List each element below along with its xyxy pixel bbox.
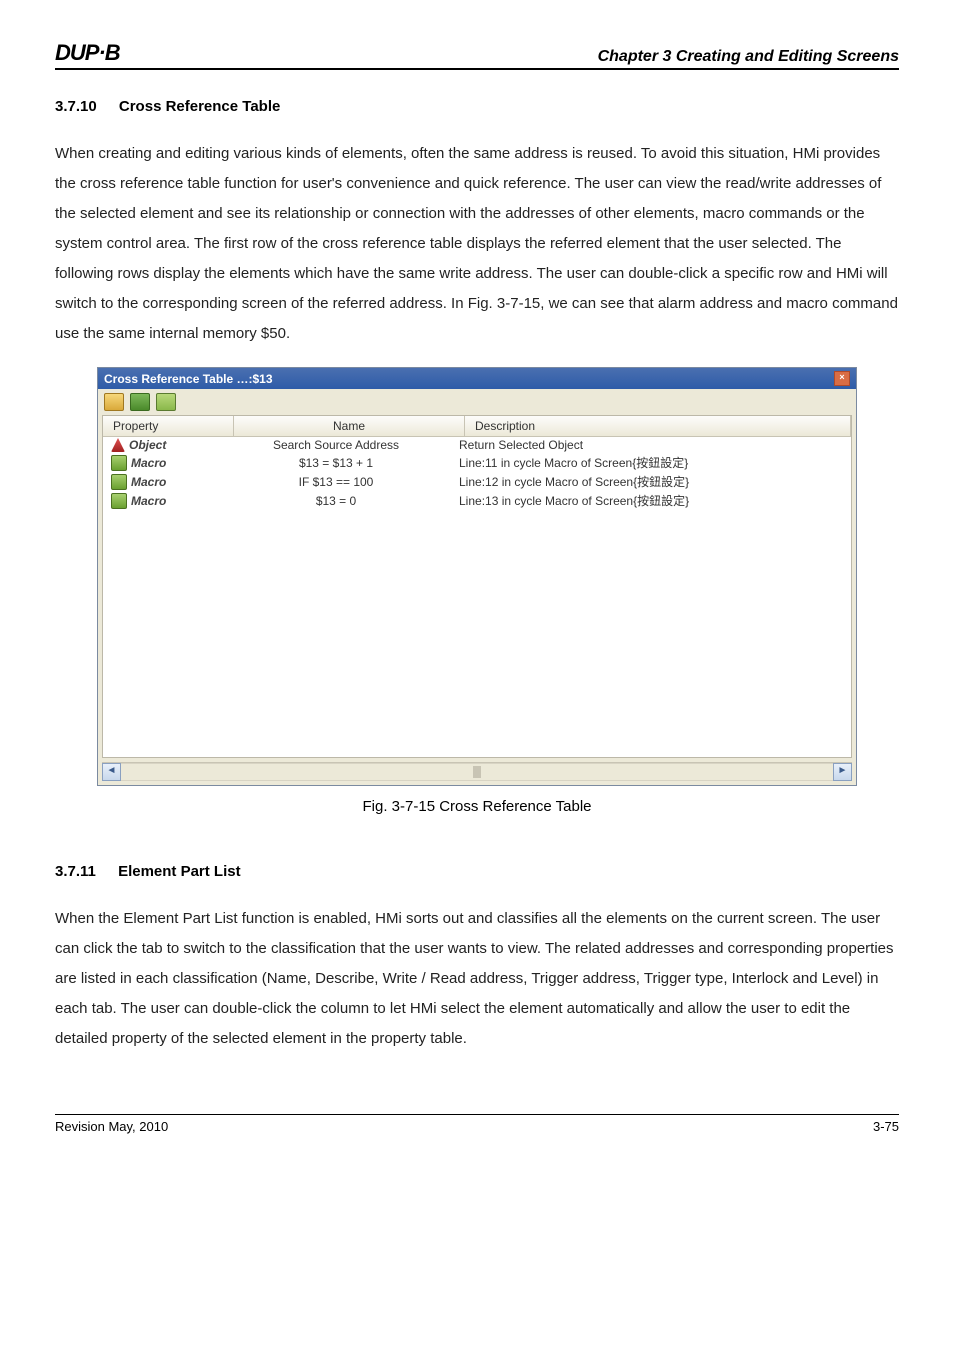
horizontal-scrollbar[interactable]: ◄ ►	[102, 762, 852, 781]
scroll-right-icon[interactable]: ►	[833, 763, 852, 781]
section-heading-2: 3.7.11 Element Part List	[55, 863, 899, 880]
page-footer: Revision May, 2010 3-75	[55, 1114, 899, 1134]
section2-paragraph: When the Element Part List function is e…	[55, 904, 899, 1054]
column-header-property[interactable]: Property	[103, 416, 234, 436]
row-property: Macro	[131, 456, 166, 470]
footer-page-number: 3-75	[873, 1119, 899, 1134]
scroll-track[interactable]	[121, 763, 833, 781]
list-row[interactable]: Macro $13 = 0 Line:13 in cycle Macro of …	[103, 491, 851, 510]
cross-reference-window: Cross Reference Table …:$13 × Property N…	[97, 367, 857, 786]
close-icon[interactable]: ×	[834, 371, 850, 386]
scroll-left-icon[interactable]: ◄	[102, 763, 121, 781]
page-header: DUP·B Chapter 3 Creating and Editing Scr…	[55, 40, 899, 70]
row-property: Macro	[131, 494, 166, 508]
logo: DUP·B	[55, 40, 120, 66]
row-name: IF $13 == 100	[231, 475, 441, 489]
list-row[interactable]: Macro IF $13 == 100 Line:12 in cycle Mac…	[103, 472, 851, 491]
window-title: Cross Reference Table …:$13	[104, 372, 273, 386]
row-description: Line:13 in cycle Macro of Screen{按鈕設定}	[441, 492, 851, 509]
macro-icon	[111, 455, 127, 471]
list-row[interactable]: Macro $13 = $13 + 1 Line:11 in cycle Mac…	[103, 453, 851, 472]
object-icon	[111, 438, 125, 452]
row-description: Return Selected Object	[441, 438, 851, 452]
section-heading-1: 3.7.10 Cross Reference Table	[55, 98, 899, 115]
column-header-name[interactable]: Name	[234, 416, 465, 436]
section-number: 3.7.10	[55, 98, 97, 115]
window-toolbar	[98, 389, 856, 415]
row-description: Line:12 in cycle Macro of Screen{按鈕設定}	[441, 473, 851, 490]
open-icon[interactable]	[104, 393, 124, 411]
list-body: Object Search Source Address Return Sele…	[103, 437, 851, 757]
list-row[interactable]: Object Search Source Address Return Sele…	[103, 437, 851, 453]
section-title: Cross Reference Table	[119, 98, 280, 115]
macro-icon	[111, 474, 127, 490]
row-name: $13 = 0	[231, 494, 441, 508]
section-number: 3.7.11	[55, 863, 96, 880]
macro-icon	[111, 493, 127, 509]
footer-revision: Revision May, 2010	[55, 1119, 168, 1134]
list-view[interactable]: Property Name Description Object Search …	[102, 415, 852, 758]
chapter-title: Chapter 3 Creating and Editing Screens	[598, 48, 899, 66]
row-name: $13 = $13 + 1	[231, 456, 441, 470]
section-title: Element Part List	[118, 863, 241, 880]
row-description: Line:11 in cycle Macro of Screen{按鈕設定}	[441, 454, 851, 471]
tree-icon[interactable]	[130, 393, 150, 411]
row-name: Search Source Address	[231, 438, 441, 452]
figure-caption: Fig. 3-7-15 Cross Reference Table	[97, 798, 857, 815]
section1-paragraph: When creating and editing various kinds …	[55, 139, 899, 349]
column-header-description[interactable]: Description	[465, 416, 851, 436]
detail-icon[interactable]	[156, 393, 176, 411]
window-titlebar[interactable]: Cross Reference Table …:$13 ×	[98, 368, 856, 389]
list-header[interactable]: Property Name Description	[103, 416, 851, 437]
scroll-grip-icon	[473, 766, 481, 778]
row-property: Object	[129, 438, 166, 452]
row-property: Macro	[131, 475, 166, 489]
